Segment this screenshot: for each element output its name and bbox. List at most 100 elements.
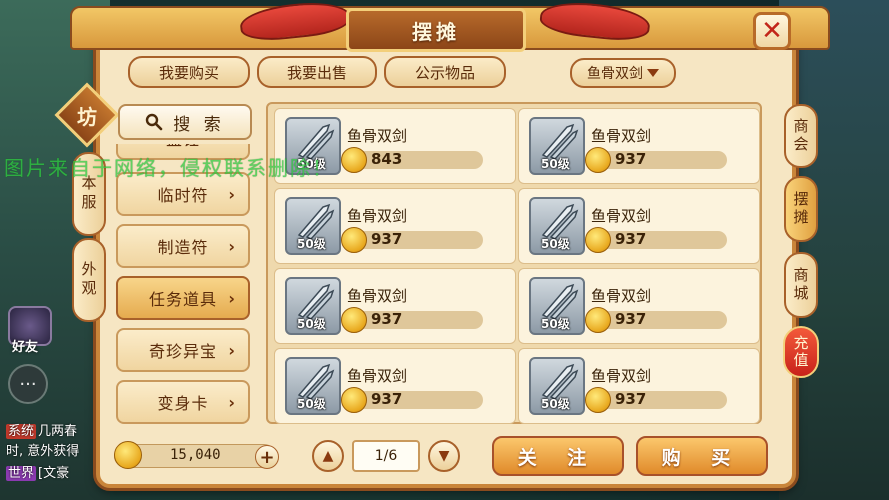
chat-text: [文豪 bbox=[38, 466, 70, 481]
price-bar bbox=[347, 311, 483, 329]
window-title: 摆摊 bbox=[346, 8, 526, 52]
goods-card[interactable]: 50级 鱼骨双剑 937 bbox=[274, 268, 516, 344]
category-label: 变身卡 bbox=[157, 394, 209, 413]
sword-icon: 50级 bbox=[285, 357, 341, 415]
goods-card[interactable]: 50级 鱼骨双剑 937 bbox=[518, 268, 760, 344]
item-level: 50级 bbox=[297, 317, 326, 331]
chat-text: 几两春 bbox=[38, 424, 78, 439]
coin-icon bbox=[585, 227, 611, 253]
follow-button[interactable]: 关 注 bbox=[492, 436, 624, 476]
goods-card[interactable]: 50级 鱼骨双剑 937 bbox=[518, 108, 760, 184]
category-item[interactable]: 奇珍异宝 › bbox=[116, 328, 250, 372]
coin-icon bbox=[585, 307, 611, 333]
market-badge: 坊 bbox=[77, 104, 97, 129]
sword-icon: 50级 bbox=[529, 117, 585, 175]
price-bar bbox=[591, 151, 727, 169]
item-name: 鱼骨双剑 bbox=[591, 127, 652, 145]
sword-icon: 50级 bbox=[529, 197, 585, 255]
item-price: 937 bbox=[371, 390, 403, 408]
item-level: 50级 bbox=[541, 237, 570, 251]
close-button[interactable]: ✕ bbox=[753, 12, 791, 50]
item-name: 鱼骨双剑 bbox=[347, 367, 408, 385]
chevron-right-icon: › bbox=[228, 288, 236, 308]
chat-line: 系统 几两春 bbox=[6, 420, 96, 439]
recharge-button[interactable]: 充值 bbox=[783, 326, 819, 378]
item-price: 937 bbox=[615, 150, 647, 168]
item-price: 937 bbox=[371, 310, 403, 328]
chevron-right-icon: › bbox=[228, 184, 236, 204]
coin-icon bbox=[341, 387, 367, 413]
chat-line: 世界 [文豪 bbox=[6, 462, 96, 481]
item-price: 937 bbox=[371, 230, 403, 248]
search-label: 搜 索 bbox=[173, 114, 225, 135]
sword-icon: 50级 bbox=[529, 277, 585, 335]
add-currency-button[interactable]: + bbox=[255, 445, 279, 469]
coin-icon bbox=[341, 147, 367, 173]
coin-icon bbox=[114, 441, 142, 469]
filter-selected-value: 鱼骨双剑 bbox=[587, 66, 643, 82]
goods-card[interactable]: 50级 鱼骨双剑 937 bbox=[274, 348, 516, 424]
sword-icon: 50级 bbox=[529, 357, 585, 415]
price-bar bbox=[591, 391, 727, 409]
category-item[interactable]: 变身卡 › bbox=[116, 380, 250, 424]
page-indicator: 1/6 bbox=[352, 440, 420, 472]
coin-icon bbox=[585, 147, 611, 173]
goods-card[interactable]: 50级 鱼骨双剑 937 bbox=[274, 188, 516, 264]
price-bar bbox=[347, 231, 483, 249]
item-name: 鱼骨双剑 bbox=[591, 287, 652, 305]
item-level: 50级 bbox=[541, 397, 570, 411]
watermark-text: 图片来自于网络，侵权联系删除！ bbox=[4, 156, 334, 180]
search-button[interactable]: 搜 索 bbox=[118, 104, 252, 140]
right-tab-mall[interactable]: 商城 bbox=[784, 252, 818, 318]
item-filter-dropdown[interactable]: 鱼骨双剑 bbox=[570, 58, 676, 88]
tab-public-items[interactable]: 公示物品 bbox=[384, 56, 506, 88]
sword-icon: 50级 bbox=[285, 277, 341, 335]
side-tab-appearance[interactable]: 外观 bbox=[72, 238, 106, 322]
balance-value: 15,040 bbox=[170, 447, 221, 463]
category-list[interactable]: 盛钰 临时符 › 制造符 › 任务道具 › 奇珍异宝 › 变身卡 › bbox=[110, 144, 260, 424]
goods-grid: 50级 鱼骨双剑 843 50级 鱼骨双剑 937 50级 鱼骨双剑 937 5… bbox=[266, 102, 762, 424]
category-label: 盛钰 bbox=[166, 144, 200, 150]
category-item[interactable]: 制造符 › bbox=[116, 224, 250, 268]
item-price: 937 bbox=[615, 230, 647, 248]
price-bar bbox=[347, 391, 483, 409]
chat-line: 时, 意外获得 bbox=[6, 440, 96, 459]
tab-buy[interactable]: 我要购买 bbox=[128, 56, 250, 88]
tab-sell[interactable]: 我要出售 bbox=[257, 56, 377, 88]
chevron-down-icon: ▼ bbox=[438, 448, 450, 464]
category-label: 临时符 bbox=[157, 186, 209, 205]
chevron-right-icon: › bbox=[228, 392, 236, 412]
right-tab-stall[interactable]: 摆摊 bbox=[784, 176, 818, 242]
buy-button[interactable]: 购 买 bbox=[636, 436, 768, 476]
chevron-up-icon: ▲ bbox=[322, 448, 334, 464]
item-name: 鱼骨双剑 bbox=[347, 207, 408, 225]
item-name: 鱼骨双剑 bbox=[591, 207, 652, 225]
item-name: 鱼骨双剑 bbox=[591, 367, 652, 385]
item-price: 843 bbox=[371, 150, 403, 168]
close-icon: ✕ bbox=[761, 16, 783, 46]
item-level: 50级 bbox=[297, 397, 326, 411]
category-label: 奇珍异宝 bbox=[148, 342, 217, 361]
goods-card[interactable]: 50级 鱼骨双剑 937 bbox=[518, 348, 760, 424]
coin-icon bbox=[341, 227, 367, 253]
price-bar bbox=[591, 311, 727, 329]
page-down-button[interactable]: ▼ bbox=[428, 440, 460, 472]
sword-icon: 50级 bbox=[285, 197, 341, 255]
category-label: 任务道具 bbox=[148, 290, 217, 309]
chat-text: 时, 意外获得 bbox=[6, 444, 80, 459]
category-label: 制造符 bbox=[157, 238, 209, 257]
right-tab-guild[interactable]: 商会 bbox=[784, 104, 818, 168]
item-name: 鱼骨双剑 bbox=[347, 127, 408, 145]
coin-icon bbox=[585, 387, 611, 413]
goods-card[interactable]: 50级 鱼骨双剑 937 bbox=[518, 188, 760, 264]
chevron-down-icon bbox=[647, 69, 659, 77]
page-up-button[interactable]: ▲ bbox=[312, 440, 344, 472]
chat-bubble-icon[interactable]: ··· bbox=[8, 364, 48, 404]
item-price: 937 bbox=[615, 390, 647, 408]
chat-tag-system: 系统 bbox=[6, 424, 37, 439]
friends-label[interactable]: 好友 bbox=[12, 336, 38, 355]
item-level: 50级 bbox=[541, 317, 570, 331]
price-bar bbox=[347, 151, 483, 169]
coin-icon bbox=[341, 307, 367, 333]
category-item-selected[interactable]: 任务道具 › bbox=[116, 276, 250, 320]
